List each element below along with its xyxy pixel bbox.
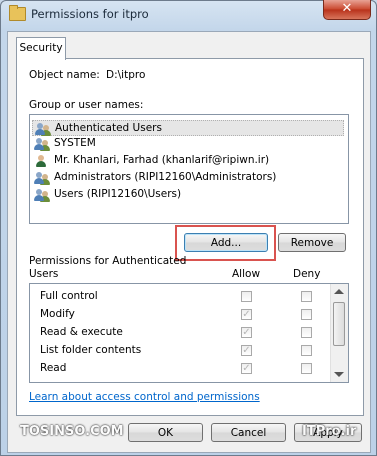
permission-name: Full control [40,290,98,302]
list-item-label: Authenticated Users [55,122,162,134]
permission-row-read: Read ✓ [30,360,330,378]
object-name-label: Object name: [29,69,100,81]
remove-button[interactable]: Remove [278,233,346,252]
group-user-list[interactable]: Authenticated Users SYSTEM Mr. Khanlari,… [29,114,349,224]
permission-row-list-folder: List folder contents ✓ [30,342,330,360]
learn-permissions-link[interactable]: Learn about access control and permissio… [29,391,260,403]
scroll-down-icon[interactable] [334,372,344,377]
permissions-label: Permissions for Authenticated [29,255,187,267]
list-item-label: Users (RIPI12160\Users) [54,188,182,200]
permission-row-modify: Modify ✓ [30,306,330,324]
users-group-icon [34,188,50,202]
permission-name: Read [40,362,67,374]
permissions-scrollbar[interactable] [330,284,348,382]
permissions-label-line2: Users [29,268,59,280]
window-title: Permissions for itpro [31,7,149,21]
object-name-value: D:\itpro [106,69,146,81]
scroll-thumb[interactable] [333,302,345,346]
deny-checkbox[interactable] [301,291,312,302]
close-button[interactable]: ✕ [323,0,371,20]
cancel-button[interactable]: Cancel [211,423,286,442]
deny-checkbox[interactable] [301,345,312,356]
permissions-list[interactable]: Full control Modify ✓ Read & execute ✓ L… [29,283,349,383]
title-bar[interactable]: Permissions for itpro ✕ [0,0,377,30]
group-names-label: Group or user names: [29,99,144,111]
allow-checkbox[interactable] [241,291,252,302]
users-group-icon [35,122,51,136]
deny-checkbox[interactable] [301,327,312,338]
list-item-system[interactable]: SYSTEM [32,136,344,152]
list-item-users[interactable]: Users (RIPI12160\Users) [32,187,344,203]
permission-row-full-control: Full control [30,288,330,306]
allow-checkbox[interactable]: ✓ [241,309,252,320]
scroll-up-icon[interactable] [334,289,344,294]
watermark-right: ITPro.ir [302,424,357,439]
allow-checkbox[interactable]: ✓ [241,363,252,374]
add-button-highlight [175,225,276,261]
list-item-label: Administrators (RIPI12160\Administrators… [54,171,277,183]
ok-button[interactable]: OK [128,423,203,442]
list-item-khanlari[interactable]: Mr. Khanlari, Farhad (khanlarif@ripiwn.i… [32,153,344,169]
deny-checkbox[interactable] [301,309,312,320]
user-icon [34,154,50,168]
list-item-label: Mr. Khanlari, Farhad (khanlarif@ripiwn.i… [54,154,270,166]
deny-header: Deny [293,268,321,280]
users-group-icon [34,137,50,151]
permission-name: Read & execute [40,326,123,338]
users-group-icon [34,171,50,185]
allow-checkbox[interactable]: ✓ [241,327,252,338]
permission-name: Modify [40,308,75,320]
list-item-administrators[interactable]: Administrators (RIPI12160\Administrators… [32,170,344,186]
list-item-authenticated-users[interactable]: Authenticated Users [32,120,344,136]
deny-checkbox[interactable] [301,363,312,374]
tab-security[interactable]: Security [16,37,66,60]
permission-row-read-execute: Read & execute ✓ [30,324,330,342]
folder-icon [9,5,26,21]
list-item-label: SYSTEM [54,137,96,149]
allow-checkbox[interactable]: ✓ [241,345,252,356]
allow-header: Allow [232,268,261,280]
watermark-left: TOSINSO.COM [20,424,124,439]
permission-name: List folder contents [40,344,142,356]
